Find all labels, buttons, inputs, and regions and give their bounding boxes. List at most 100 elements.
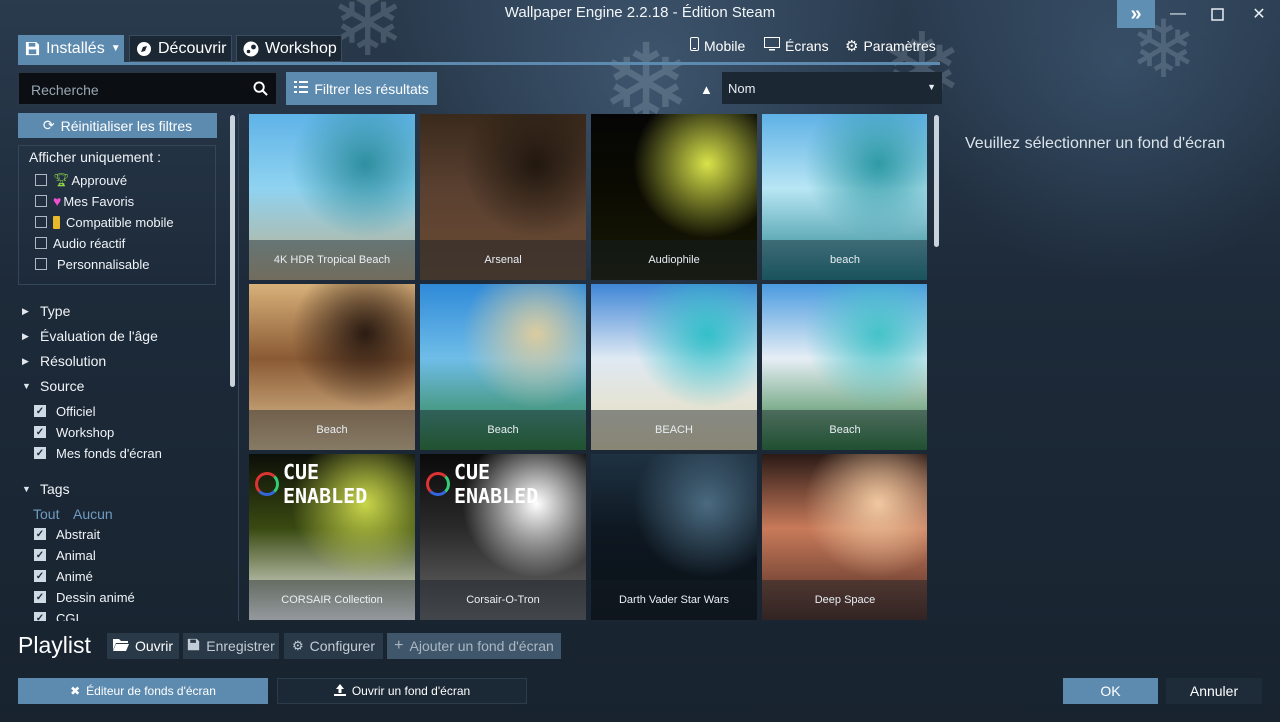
checkbox[interactable] bbox=[35, 216, 47, 228]
wallpaper-title: Beach bbox=[762, 410, 927, 450]
wallpaper-tile[interactable]: Beach bbox=[420, 284, 586, 450]
phone-icon bbox=[53, 215, 60, 229]
section-type[interactable]: ▶ Type bbox=[22, 301, 70, 321]
cue-badge: CUE ENABLED bbox=[426, 460, 586, 508]
wallpaper-tile[interactable]: Darth Vader Star Wars bbox=[591, 454, 757, 620]
wallpaper-title: 4K HDR Tropical Beach bbox=[249, 240, 415, 280]
source-my-wallpapers[interactable]: ✓ Mes fonds d'écran bbox=[34, 443, 162, 463]
button-label: Configurer bbox=[309, 638, 376, 654]
filter-customizable[interactable]: Personnalisable bbox=[35, 254, 150, 274]
source-official[interactable]: ✓ Officiel bbox=[34, 401, 96, 421]
checkbox-checked[interactable]: ✓ bbox=[34, 549, 46, 561]
close-icon[interactable]: ✕ bbox=[1240, 0, 1278, 28]
screens-link[interactable]: Écrans bbox=[764, 37, 829, 54]
reset-filters-label: Réinitialiser les filtres bbox=[60, 117, 193, 134]
gears-icon: ⚙ bbox=[291, 638, 304, 653]
wallpaper-tile[interactable]: Beach bbox=[249, 284, 415, 450]
wallpaper-editor-button[interactable]: ✖ Éditeur de fonds d'écran bbox=[18, 678, 268, 704]
maximize-icon[interactable] bbox=[1198, 0, 1236, 28]
minimize-icon[interactable]: — bbox=[1159, 0, 1197, 28]
checkbox-checked[interactable]: ✓ bbox=[34, 405, 46, 417]
phone-icon bbox=[690, 37, 699, 54]
section-tags[interactable]: ▼ Tags bbox=[22, 479, 70, 499]
checkbox-checked[interactable]: ✓ bbox=[34, 447, 46, 459]
wallpaper-tile[interactable]: BEACH bbox=[591, 284, 757, 450]
playlist-add-wallpaper-button[interactable]: + Ajouter un fond d'écran bbox=[387, 633, 561, 659]
trophy-icon: 🏆︎ bbox=[53, 172, 70, 187]
tag-animal[interactable]: ✓ Animal bbox=[34, 545, 96, 565]
section-label: Type bbox=[40, 303, 71, 319]
playlist-open-button[interactable]: Ouvrir bbox=[107, 633, 179, 659]
mobile-link[interactable]: Mobile bbox=[690, 37, 745, 54]
playlist-save-button[interactable]: Enregistrer bbox=[183, 633, 279, 659]
chevron-down-icon: ▼ bbox=[927, 82, 936, 92]
checkbox[interactable] bbox=[35, 237, 47, 249]
checkbox-checked[interactable]: ✓ bbox=[34, 426, 46, 438]
search-input[interactable] bbox=[19, 73, 243, 106]
playlist-configure-button[interactable]: ⚙ Configurer bbox=[284, 633, 383, 659]
filter-approved[interactable]: 🏆︎ Approuvé bbox=[35, 170, 127, 190]
button-label: Ajouter un fond d'écran bbox=[409, 638, 554, 654]
grid-scrollbar[interactable] bbox=[934, 115, 939, 247]
tags-select-none[interactable]: Aucun bbox=[73, 506, 113, 522]
wallpaper-tile[interactable]: CUE ENABLED Corsair-O-Tron bbox=[420, 454, 586, 620]
ok-button[interactable]: OK bbox=[1063, 678, 1158, 704]
wallpaper-grid: 4K HDR Tropical Beach Arsenal Audiophile be… bbox=[249, 114, 927, 621]
search-icon[interactable] bbox=[253, 81, 268, 101]
tag-cgi[interactable]: ✓ CGI bbox=[34, 608, 79, 621]
wallpaper-tile[interactable]: 4K HDR Tropical Beach bbox=[249, 114, 415, 280]
wallpaper-tile[interactable]: Audiophile bbox=[591, 114, 757, 280]
wallpaper-tile[interactable]: CUE ENABLED CORSAIR Collection bbox=[249, 454, 415, 620]
show-only-label: Afficher uniquement : bbox=[29, 149, 162, 165]
section-label: Évaluation de l'âge bbox=[40, 328, 158, 344]
section-age-rating[interactable]: ▶ Évaluation de l'âge bbox=[22, 326, 158, 346]
icue-logo-icon bbox=[255, 472, 279, 496]
tab-discover[interactable]: Découvrir bbox=[129, 35, 232, 62]
filter-audio-reactive[interactable]: Audio réactif bbox=[35, 233, 125, 253]
open-wallpaper-button[interactable]: Ouvrir un fond d'écran bbox=[277, 678, 527, 704]
checkbox-checked[interactable]: ✓ bbox=[34, 591, 46, 603]
tag-label: Animal bbox=[56, 547, 96, 563]
filter-mobile[interactable]: Compatible mobile bbox=[35, 212, 174, 232]
button-label: OK bbox=[1100, 683, 1121, 699]
checkbox-checked[interactable]: ✓ bbox=[34, 612, 46, 621]
show-only-box: Afficher uniquement : 🏆︎ Approuvé ♥ Mes … bbox=[18, 145, 216, 285]
wallpaper-tile[interactable]: Arsenal bbox=[420, 114, 586, 280]
tag-cartoon[interactable]: ✓ Dessin animé bbox=[34, 587, 135, 607]
filter-scrollbar[interactable] bbox=[230, 115, 235, 387]
filter-favorites[interactable]: ♥ Mes Favoris bbox=[35, 191, 134, 211]
playlist-label: Playlist bbox=[18, 632, 91, 658]
section-resolution[interactable]: ▶ Résolution bbox=[22, 351, 106, 371]
filter-label: Mes Favoris bbox=[63, 193, 135, 209]
sort-select[interactable]: Nom ▼ bbox=[722, 72, 942, 104]
settings-link[interactable]: ⚙ Paramètres bbox=[845, 37, 936, 55]
cancel-button[interactable]: Annuler bbox=[1166, 678, 1262, 704]
wallpaper-tile[interactable]: Beach bbox=[762, 284, 927, 450]
checkbox-checked[interactable]: ✓ bbox=[34, 570, 46, 582]
upload-icon bbox=[333, 683, 346, 699]
wallpaper-tile[interactable]: beach bbox=[762, 114, 927, 280]
filter-results-button[interactable]: Filtrer les résultats bbox=[286, 72, 437, 105]
sort-direction-icon[interactable]: ▲ bbox=[700, 82, 713, 97]
wallpaper-title: Audiophile bbox=[591, 240, 757, 280]
tag-label: Animé bbox=[56, 568, 93, 584]
section-source[interactable]: ▼ Source bbox=[22, 376, 84, 396]
tab-installed[interactable]: Installés ▼ bbox=[18, 35, 124, 62]
caret-down-icon: ▼ bbox=[22, 381, 31, 391]
compass-icon bbox=[136, 41, 152, 57]
source-workshop[interactable]: ✓ Workshop bbox=[34, 422, 114, 442]
wallpaper-tile[interactable]: Deep Space bbox=[762, 454, 927, 620]
tab-workshop[interactable]: Workshop bbox=[236, 35, 342, 62]
tags-select-all[interactable]: Tout bbox=[33, 506, 59, 522]
plus-icon: + bbox=[394, 637, 404, 654]
tag-label: Dessin animé bbox=[56, 589, 135, 605]
tag-abstract[interactable]: ✓ Abstrait bbox=[34, 524, 100, 544]
checkbox-checked[interactable]: ✓ bbox=[34, 528, 46, 540]
divider bbox=[238, 113, 239, 621]
checkbox[interactable] bbox=[35, 258, 47, 270]
checkbox[interactable] bbox=[35, 174, 47, 186]
chevrons-right-icon[interactable]: » bbox=[1117, 0, 1155, 28]
reset-filters-button[interactable]: ⟳ Réinitialiser les filtres bbox=[18, 113, 217, 138]
checkbox[interactable] bbox=[35, 195, 47, 207]
tag-animated[interactable]: ✓ Animé bbox=[34, 566, 93, 586]
